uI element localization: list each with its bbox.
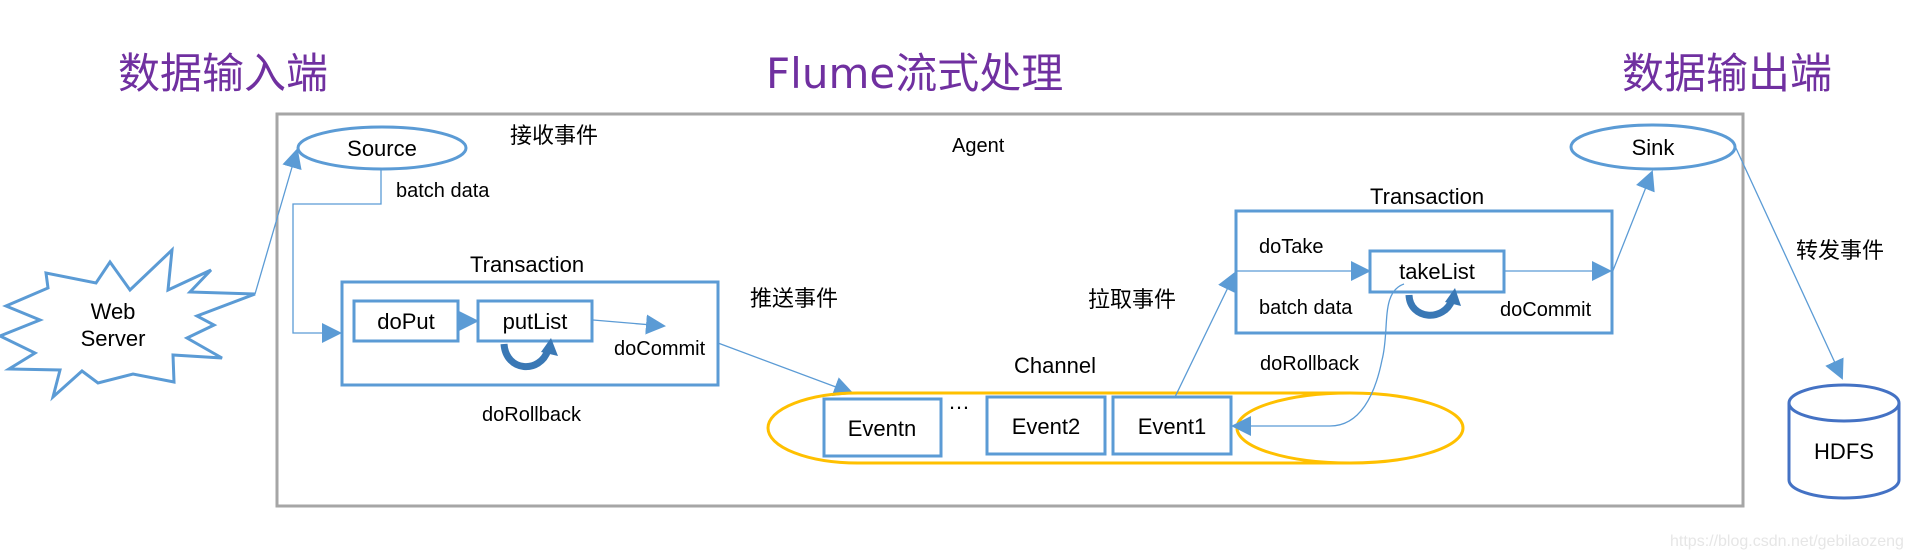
event-1-label: Event1 [1138,414,1207,439]
receive-event-label: 接收事件 [510,124,598,149]
event-2-label: Event2 [1012,414,1081,439]
take-docommit-label: doCommit [1500,299,1592,321]
agent-label: Agent [952,135,1005,157]
put-dorollback-label: doRollback [482,404,582,426]
watermark: https://blog.csdn.net/gebilaozeng [1670,533,1904,550]
channel-to-take-arrow [1174,271,1237,398]
channel-ellipsis: … [948,389,970,414]
take-dorollback-label: doRollback [1260,353,1360,375]
take-batch-data-label: batch data [1259,297,1353,319]
take-transaction-title: Transaction [1370,184,1484,209]
dotake-label: doTake [1259,236,1324,258]
web-server-label-line1: Web [91,299,136,324]
put-docommit-label: doCommit [614,338,706,360]
source-batch-data-label: batch data [396,180,490,202]
title-output-end: 数据输出端 [1622,49,1832,98]
take-to-sink-arrow [1611,170,1655,274]
source-label: Source [347,136,417,161]
putlist-label: putList [503,309,568,334]
doput-label: doPut [377,309,435,334]
transaction-to-channel-arrow [717,342,854,397]
push-event-label: 推送事件 [750,287,838,312]
channel-label: Channel [1014,353,1096,378]
pull-event-label: 拉取事件 [1088,288,1176,313]
title-input-end: 数据输入端 [118,49,328,98]
title-main: Flume流式处理 [766,49,1063,98]
put-transaction-title: Transaction [470,252,584,277]
event-n-label: Eventn [848,416,917,441]
hdfs-label: HDFS [1814,439,1874,464]
flume-diagram: 数据输入端 Flume流式处理 数据输出端 Agent Web Server S… [0,49,1904,550]
sink-label: Sink [1632,135,1676,160]
web-server-label-line2: Server [81,326,146,351]
forward-event-label: 转发事件 [1796,239,1884,264]
takelist-label: takeList [1399,259,1475,284]
